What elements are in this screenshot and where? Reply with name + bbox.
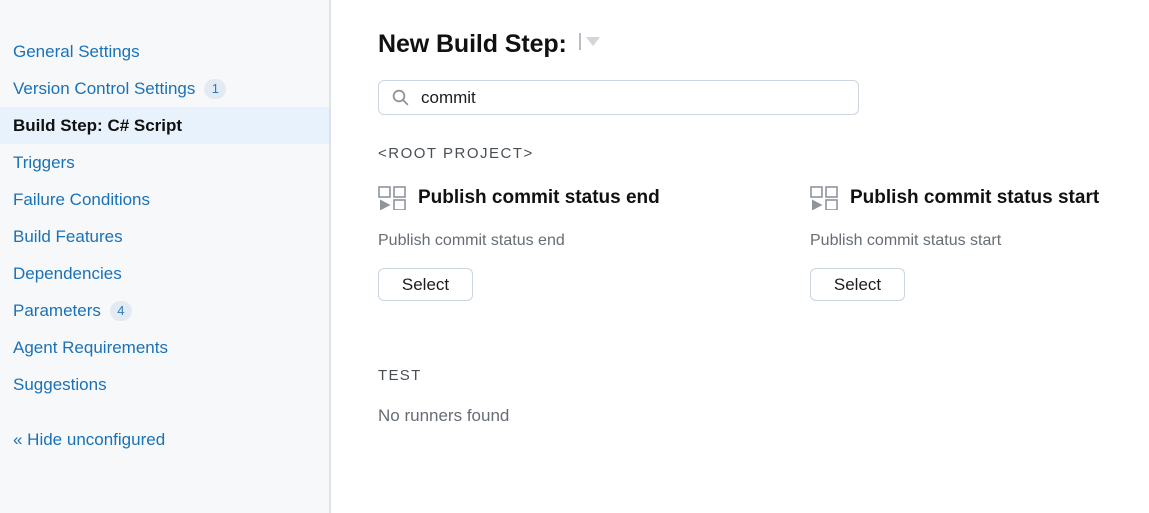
runner-header: Publish commit status start [810,184,1149,212]
sidebar-item-general-settings[interactable]: General Settings [0,33,329,70]
runner-title: Publish commit status start [850,187,1100,208]
test-empty-message: No runners found [378,406,510,425]
page-title-row: New Build Step: [378,30,1149,62]
sidebar-item-suggestions[interactable]: Suggestions [0,366,329,403]
runner-description: Publish commit status end [378,232,565,249]
sidebar-item-label: Failure Conditions [13,190,151,209]
search-box[interactable] [378,80,859,115]
sidebar-item-label: Triggers [13,153,75,172]
page-root: General Settings Version Control Setting… [0,0,1149,513]
runner-grid: Publish commit status end Publish commit… [378,184,1149,301]
sidebar-item-label: Version Control Settings [13,79,196,98]
sidebar-item-version-control-settings[interactable]: Version Control Settings 1 [0,70,329,107]
main-content: New Build Step: <ROOT PROJECT> [331,0,1149,513]
runner-card-publish-commit-status-end: Publish commit status end Publish commit… [378,184,810,301]
group-heading-test: TEST [378,367,422,384]
sidebar-item-triggers[interactable]: Triggers [0,144,329,181]
page-title: New Build Step: [378,30,567,58]
text-cursor-bar [578,33,581,50]
search-input[interactable] [421,87,821,108]
select-button[interactable]: Select [378,268,473,301]
sidebar-item-label: Parameters [13,301,101,320]
runner-title: Publish commit status end [418,187,660,208]
sidebar-item-label: Dependencies [13,264,122,283]
hide-unconfigured-link[interactable]: « Hide unconfigured [0,421,329,458]
runner-description: Publish commit status start [810,232,1002,249]
search-icon [392,89,409,106]
sidebar-item-label: Build Step: C# Script [13,116,183,135]
sidebar-item-failure-conditions[interactable]: Failure Conditions [0,181,329,218]
chevron-down-icon[interactable] [585,37,600,46]
sidebar-item-label: Agent Requirements [13,338,168,357]
sidebar-item-badge: 4 [109,300,132,321]
title-dropdown[interactable] [578,33,600,50]
sidebar-item-label: General Settings [13,42,140,61]
runner-header: Publish commit status end [378,184,810,212]
sidebar-item-label: Build Features [13,227,123,246]
sidebar-item-agent-requirements[interactable]: Agent Requirements [0,329,329,366]
test-section: TEST No runners found [378,367,1149,426]
sidebar-item-build-features[interactable]: Build Features [0,218,329,255]
runner-card-publish-commit-status-start: Publish commit status start Publish comm… [810,184,1149,301]
sidebar-item-dependencies[interactable]: Dependencies [0,255,329,292]
build-runner-icon [378,186,406,210]
sidebar-item-parameters[interactable]: Parameters 4 [0,292,329,329]
select-button[interactable]: Select [810,268,905,301]
hide-unconfigured-label: « Hide unconfigured [13,429,166,449]
sidebar-item-build-step-csharp-script[interactable]: Build Step: C# Script [0,107,329,144]
sidebar-item-badge: 1 [204,78,227,99]
build-runner-icon [810,186,838,210]
sidebar: General Settings Version Control Setting… [0,0,331,513]
sidebar-item-label: Suggestions [13,375,107,394]
group-heading-root-project: <ROOT PROJECT> [378,145,534,162]
